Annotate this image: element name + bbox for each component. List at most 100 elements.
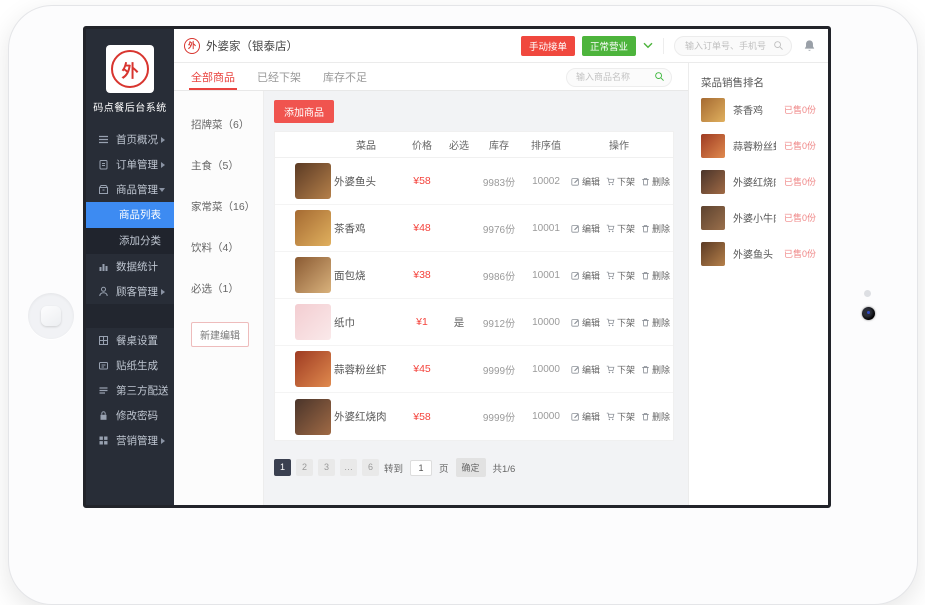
- page-button-6[interactable]: 6: [362, 459, 379, 476]
- dish-sort: 10002: [526, 176, 566, 187]
- delete-button[interactable]: 删除: [641, 222, 670, 235]
- chevron-right-icon: [161, 137, 165, 143]
- sidebar-item-statistics[interactable]: 数据统计: [86, 254, 174, 279]
- edit-button[interactable]: 编辑: [571, 316, 600, 329]
- off-shelf-button[interactable]: 下架: [606, 410, 635, 423]
- sidebar-item-change-password[interactable]: 修改密码: [86, 403, 174, 428]
- page-unit-label: 页: [439, 461, 449, 475]
- category-item[interactable]: 主食（5）: [191, 158, 263, 173]
- row-actions: 编辑 下架 删除: [571, 363, 670, 376]
- dish-stock: 9999份: [477, 409, 521, 424]
- dish-name: 蒜蓉粉丝虾: [334, 362, 398, 377]
- dish-sort: 10000: [526, 411, 566, 422]
- dish-name: 外婆红烧肉: [334, 409, 398, 424]
- sidebar-item-table-settings[interactable]: 餐桌设置: [86, 328, 174, 353]
- delete-button[interactable]: 删除: [641, 175, 670, 188]
- dish-photo: [701, 134, 725, 158]
- table-row: 蒜蓉粉丝虾 ¥45 9999份 10000 编辑 下架 删除: [275, 346, 673, 393]
- sidebar-item-marketing[interactable]: 营销管理: [86, 428, 174, 453]
- store-logo-icon: 外: [184, 38, 200, 54]
- dish-required: 是: [446, 315, 472, 330]
- delete-button[interactable]: 删除: [641, 363, 670, 376]
- delete-button[interactable]: 删除: [641, 269, 670, 282]
- category-item[interactable]: 招牌菜（6）: [191, 117, 263, 132]
- content-area: 招牌菜（6） 主食（5） 家常菜（16） 饮料（4） 必选（1） 新建编辑 添加…: [174, 91, 688, 505]
- sidebar-item-add-category[interactable]: 添加分类: [86, 228, 174, 254]
- table-row: 面包烧 ¥38 9986份 10001 编辑 下架 删除: [275, 252, 673, 299]
- sticker-card-icon: [98, 360, 109, 371]
- tab-low-stock[interactable]: 库存不足: [323, 63, 367, 90]
- brand-logo: 外: [106, 45, 154, 93]
- app-screen: 外 码点餐后台系统 首页概况 订单管理 商品管理: [83, 26, 831, 508]
- page-button-1[interactable]: 1: [274, 459, 291, 476]
- off-shelf-button[interactable]: 下架: [606, 175, 635, 188]
- page-button-2[interactable]: 2: [296, 459, 313, 476]
- dish-sort: 10001: [526, 223, 566, 234]
- sidebar-item-sticker-generation[interactable]: 贴纸生成: [86, 353, 174, 378]
- search-icon[interactable]: [773, 40, 784, 51]
- dish-price: ¥58: [403, 175, 441, 187]
- edit-button[interactable]: 编辑: [571, 175, 600, 188]
- col-price: 价格: [403, 137, 441, 152]
- business-status-button[interactable]: 正常营业: [582, 36, 636, 56]
- delete-button[interactable]: 删除: [641, 316, 670, 329]
- edit-button[interactable]: 编辑: [571, 410, 600, 423]
- off-shelf-button[interactable]: 下架: [606, 269, 635, 282]
- camera-sensor-dot: [864, 290, 871, 297]
- edit-button[interactable]: 编辑: [571, 269, 600, 282]
- ranking-item: 外婆鱼头 已售0份: [701, 237, 816, 270]
- row-actions: 编辑 下架 删除: [571, 175, 670, 188]
- main-area: 外 外婆家（银泰店） 手动接单 正常营业 全部商品: [174, 29, 828, 505]
- notification-bell-icon[interactable]: [803, 39, 816, 52]
- col-actions: 操作: [571, 137, 667, 152]
- tablet-frame: 外 码点餐后台系统 首页概况 订单管理 商品管理: [8, 5, 918, 605]
- goto-page-input[interactable]: [410, 460, 432, 476]
- dish-photo: [295, 399, 331, 435]
- edit-button[interactable]: 编辑: [571, 363, 600, 376]
- sidebar-item-customers[interactable]: 顾客管理: [86, 279, 174, 304]
- table-grid-icon: [98, 335, 109, 346]
- ranking-dish-name: 外婆鱼头: [733, 246, 776, 261]
- dish-stock: 9986份: [477, 268, 521, 283]
- category-item[interactable]: 必选（1）: [191, 281, 263, 296]
- edit-button[interactable]: 编辑: [571, 222, 600, 235]
- tab-off-shelf[interactable]: 已经下架: [257, 63, 301, 90]
- status-chevron-down-icon[interactable]: [643, 42, 653, 49]
- col-stock: 库存: [477, 137, 521, 152]
- dish-sort: 10000: [526, 364, 566, 375]
- new-edit-button[interactable]: 新建编辑: [191, 322, 249, 347]
- category-list: 招牌菜（6） 主食（5） 家常菜（16） 饮料（4） 必选（1） 新建编辑: [174, 91, 264, 505]
- manual-order-button[interactable]: 手动接单: [521, 36, 575, 56]
- dish-photo: [701, 242, 725, 266]
- confirm-page-button[interactable]: 确定: [456, 458, 486, 477]
- chevron-right-icon: [161, 438, 165, 444]
- product-search: [566, 67, 672, 87]
- product-tabs: 全部商品 已经下架 库存不足: [174, 63, 688, 91]
- add-product-button[interactable]: 添加商品: [274, 100, 334, 123]
- tab-all-products[interactable]: 全部商品: [191, 63, 235, 90]
- off-shelf-button[interactable]: 下架: [606, 316, 635, 329]
- sidebar-menu: 首页概况 订单管理 商品管理 商品列表 添加分类: [86, 127, 174, 453]
- store-name: 外婆家（银泰店）: [206, 38, 298, 54]
- dish-price: ¥38: [403, 269, 441, 281]
- sidebar-item-product-list[interactable]: 商品列表: [86, 202, 174, 228]
- dish-name: 茶香鸡: [334, 221, 398, 236]
- category-item[interactable]: 家常菜（16）: [191, 199, 263, 214]
- home-button[interactable]: [28, 293, 74, 339]
- sidebar-item-orders[interactable]: 订单管理: [86, 152, 174, 177]
- category-item[interactable]: 饮料（4）: [191, 240, 263, 255]
- row-actions: 编辑 下架 删除: [571, 316, 670, 329]
- sidebar-item-overview[interactable]: 首页概况: [86, 127, 174, 152]
- delete-button[interactable]: 删除: [641, 410, 670, 423]
- dish-stock: 9983份: [477, 174, 521, 189]
- off-shelf-button[interactable]: 下架: [606, 222, 635, 235]
- sidebar-item-third-party-delivery[interactable]: 第三方配送: [86, 378, 174, 403]
- ranking-dish-name: 外婆小牛肉: [733, 210, 776, 225]
- grid-squares-icon: [98, 435, 109, 446]
- sidebar-item-products[interactable]: 商品管理: [86, 177, 174, 202]
- ranking-sold-count: 已售0份: [784, 103, 816, 116]
- off-shelf-button[interactable]: 下架: [606, 363, 635, 376]
- page-button-3[interactable]: 3: [318, 459, 335, 476]
- dish-stock: 9999份: [477, 362, 521, 377]
- product-search-icon[interactable]: [654, 71, 665, 82]
